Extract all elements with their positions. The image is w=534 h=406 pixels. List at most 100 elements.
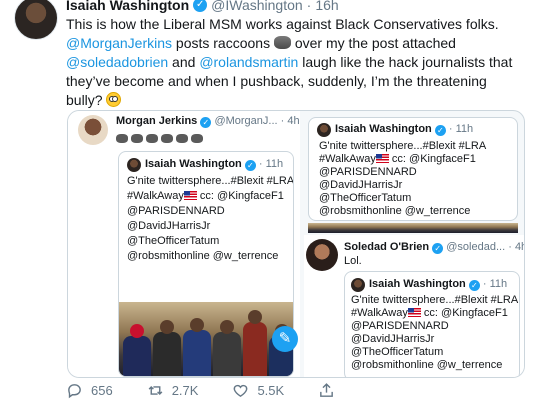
us-flag-icon [375,154,389,163]
separator-dot: · [280,115,285,127]
quoted-line: G'nite twittersphere...#Blexit #LRA [319,140,487,152]
share-icon [320,383,334,397]
person-figure [123,336,151,376]
quoted-line: @robsmithonline @w_terrence [319,205,471,217]
morgan-handle: @MorganJ... [214,115,278,127]
person-figure [183,330,211,376]
soledad-header: Soledad O'Brien ✓ @soledad... · 4h [344,240,524,255]
retweet-icon [148,385,163,396]
tweet-actions: 656 2.7K 5.5K [66,382,377,399]
quoted-text: G'nite twittersphere...#Blexit #LRA #Wal… [319,140,515,218]
raccoon-emoji-icon [176,133,188,143]
like-action[interactable]: 5.5K [232,382,284,399]
quoted-name: Isaiah Washington [335,123,432,135]
quoted-line: @PARISDENNARD [319,166,417,178]
tweet-timestamp[interactable]: 16h [315,0,338,13]
text-part: over my the post attached [290,35,456,51]
quoted-time: 11h [489,278,508,290]
quoted-line: @robsmithonline @w_terrence [127,250,279,262]
verified-badge-icon: ✓ [244,160,256,171]
hashtag-walkaway: #WalkAway [127,190,184,202]
share-action[interactable] [318,382,343,399]
tweet-header: Isaiah Washington ✓ @IWashington · 16h [66,0,339,14]
quoted-name: Isaiah Washington [369,278,466,290]
photo-strip [308,223,518,233]
quoted-avatar [351,278,365,292]
separator-dot: · [448,123,453,135]
quoted-avatar [317,123,331,137]
quoted-text: G'nite twittersphere...#Blexit #LRA #Wal… [127,174,293,264]
quoted-header: Isaiah Washington ✓ · 11h [369,277,507,292]
person-head [160,320,174,334]
reply-count: 656 [91,383,113,398]
morgan-reply-card: Morgan Jerkins ✓ @MorganJ... · 4h Isaiah… [68,111,300,377]
reply-action[interactable]: 656 [66,382,113,399]
eye-roll-emoji-icon [106,92,122,107]
raccoon-emoji-icon [146,133,158,143]
quoted-line: G'nite twittersphere...#Blexit #LRA [351,294,519,306]
separator-dot: · [508,241,512,253]
quoted-line: @DavidJHarrisJr [319,179,403,191]
raccoon-emoji-icon [191,133,203,143]
quoted-tweet-left: Isaiah Washington ✓ · 11h G'nite twitter… [118,151,294,377]
quoted-line: @PARISDENNARD [127,205,225,217]
quoted-header: Isaiah Washington ✓ · 11h [335,122,473,137]
author-handle[interactable]: @IWashington [211,0,303,13]
raccoon-emoji-icon [273,36,291,49]
verified-badge-icon: ✓ [434,125,446,136]
separator-dot: · [306,0,312,13]
compose-reply-icon[interactable]: ✎ [272,326,298,352]
quoted-tweet-bottom-right: Isaiah Washington ✓ · 11h G'nite twitter… [344,271,520,377]
separator-dot: · [258,158,263,170]
raccoon-emoji-row [116,131,206,146]
quoted-line: @PARISDENNARD [351,320,449,332]
person-head [190,318,204,332]
hashtag-walkaway: #WalkAway [319,153,376,165]
person-head [220,320,234,334]
tweet-text: This is how the Liberal MSM works agains… [66,15,524,110]
quoted-line: @TheOfficerTatum [319,192,412,204]
mention-morganjerkins[interactable]: @MorganJerkins [66,35,172,51]
text-part: This is how the Liberal MSM works agains… [66,16,499,32]
quoted-cc: cc: @KingfaceF1 [196,190,284,202]
text-part: posts raccoons [172,35,274,51]
morgan-header: Morgan Jerkins ✓ @MorganJ... · 4h [116,114,300,129]
soledad-reply-card: Soledad O'Brien ✓ @soledad... · 4h Lol. … [304,235,524,377]
text-part: and [168,54,200,70]
quoted-text: G'nite twittersphere...#Blexit #LRA #Wal… [351,294,519,372]
quoted-avatar [127,158,141,172]
tweet: Isaiah Washington ✓ @IWashington · 16h T… [0,0,534,406]
quoted-cc: cc: @KingfaceF1 [388,153,476,165]
quoted-line: #WalkAway cc: @KingfaceF1 [351,307,519,320]
verified-badge-icon: ✓ [432,243,444,254]
raccoon-emoji-icon [161,133,173,143]
person-head [248,310,262,324]
author-name[interactable]: Isaiah Washington [66,0,189,13]
us-flag-icon [407,308,421,317]
person-figure [213,332,241,376]
retweet-action[interactable]: 2.7K [147,382,198,399]
person-head [130,324,144,338]
soledad-name: Soledad O'Brien [344,241,430,253]
morgan-time: 4h [287,115,300,127]
verified-badge-icon: ✓ [200,117,212,128]
reply-icon [68,384,81,399]
quoted-cc: cc: @KingfaceF1 [420,307,508,319]
author-avatar[interactable] [14,0,58,40]
mention-soledadobrien[interactable]: @soledadobrien [66,54,168,70]
mention-rolandsmartin[interactable]: @rolandsmartin [199,54,298,70]
like-count: 5.5K [257,383,285,398]
quoted-line: @robsmithonline @w_terrence [351,359,503,371]
soledad-handle: @soledad... [446,241,506,253]
quoted-line: @DavidJHarrisJr [351,333,435,345]
verified-badge-icon: ✓ [468,280,480,291]
quoted-line: @DavidJHarrisJr [127,220,211,232]
soledad-text: Lol. [344,255,362,267]
quoted-line: #WalkAway cc: @KingfaceF1 [319,153,515,166]
heart-icon [234,384,248,398]
quoted-time: 11h [265,158,284,170]
raccoon-emoji-icon [116,133,128,143]
person-figure [243,322,267,376]
quoted-line: @TheOfficerTatum [351,346,444,358]
hashtag-walkaway: #WalkAway [351,307,408,319]
